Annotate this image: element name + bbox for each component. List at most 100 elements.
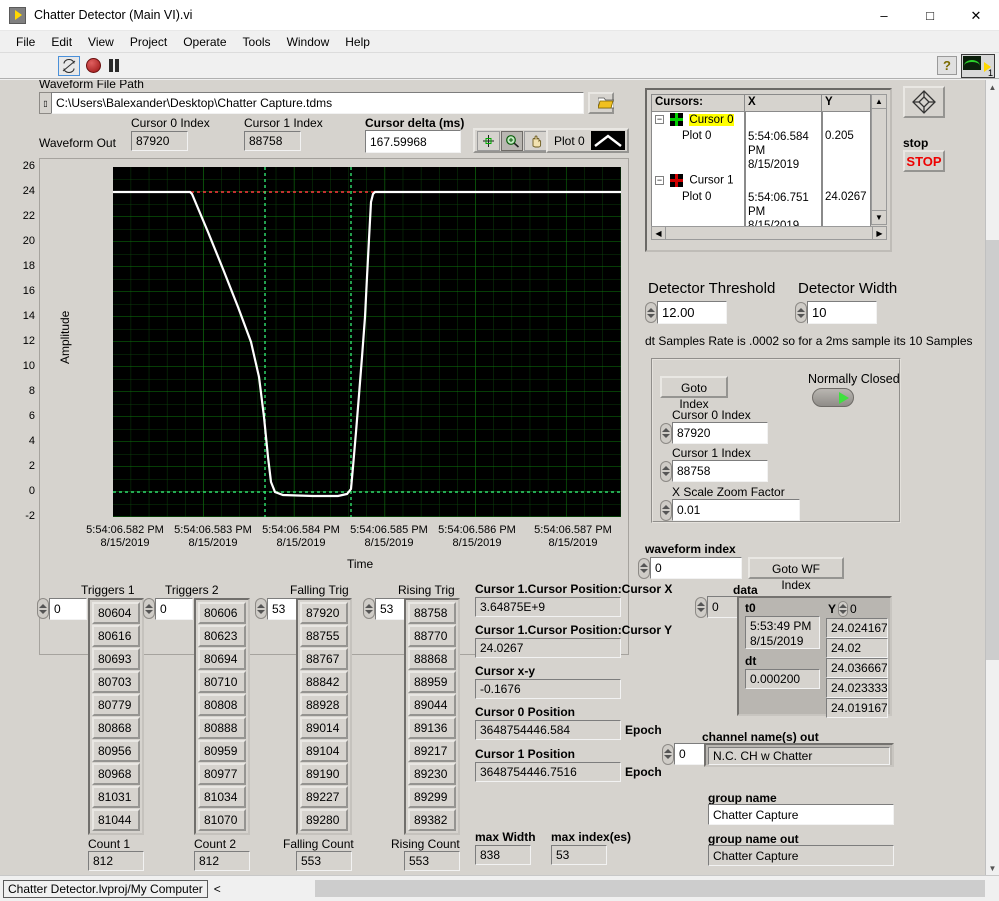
cursor-row-0-plot[interactable]: Plot 0 5:54:06.584 PM 8/15/2019 0.205 [652,129,870,173]
context-help-icon[interactable]: ? [937,56,957,75]
maximize-button[interactable]: □ [907,0,953,31]
channel-index-stepper[interactable] [662,743,674,765]
cursor-row-0[interactable]: − Cursor 0 [652,112,870,129]
cursor0-x-value: 5:54:06.584 PM 8/15/2019 [745,129,822,173]
detector-width-control[interactable]: 10 [795,301,877,324]
cursor0-y-cell [822,112,870,129]
triggers2-cell-0: 80606 [198,602,246,624]
ytick-neg2: -2 [25,510,35,522]
detector-threshold-control[interactable]: 12.00 [645,301,727,324]
menu-operate[interactable]: Operate [175,33,234,51]
triggers1-array[interactable]: 80604 80616 80693 80703 80779 80868 8095… [88,598,144,835]
close-button[interactable]: ✕ [953,0,999,31]
cursor0-name-cell[interactable]: − Cursor 0 [652,112,745,129]
detector-threshold-input[interactable]: 12.00 [657,301,727,324]
cursor1-name-cell[interactable]: − Cursor 1 [652,173,745,190]
abort-stop-icon[interactable] [86,58,101,73]
waveform-file-path-input[interactable]: C:\Users\Balexander\Desktop\Chatter Capt… [51,92,584,114]
minimize-button[interactable]: – [861,0,907,31]
rising-cell-5: 89136 [408,717,456,739]
goto-cursor0-stepper[interactable] [660,422,672,444]
pause-icon[interactable] [109,59,119,72]
detector-width-stepper[interactable] [795,302,807,323]
menu-file[interactable]: File [8,33,43,51]
folder-browse-icon[interactable] [588,92,615,114]
cursor-scroll-down-icon[interactable]: ▼ [872,210,886,224]
waveform-index-stepper[interactable] [638,557,650,579]
panel-scroll-down-icon[interactable]: ▼ [986,861,999,875]
statusbar-project[interactable]: Chatter Detector.lvproj/My Computer [3,879,208,898]
cursor-scroll-left-icon[interactable]: ◀ [652,227,666,239]
y-array-stepper[interactable] [838,601,849,617]
waveform-graph[interactable]: 26 24 22 20 18 16 14 12 10 8 6 4 2 0 -2 … [23,158,629,655]
goto-cursor0-index-control[interactable]: 87920 [660,422,768,444]
cursor1-expander-icon[interactable]: − [655,176,664,185]
panel-vertical-scrollbar[interactable]: ▲ ▼ [985,80,999,875]
goto-index-button[interactable]: Goto Index [660,376,728,411]
triggers2-stepper[interactable] [143,598,155,619]
channel-index-control[interactable]: 0 [662,743,708,765]
menu-project[interactable]: Project [122,33,175,51]
normally-closed-switch[interactable] [812,388,854,407]
graph-palette[interactable] [473,128,551,153]
goto-cursor1-stepper[interactable] [660,460,672,482]
falling-stepper[interactable] [255,598,267,619]
goto-wf-index-button[interactable]: Goto WF Index [748,557,844,592]
rising-cell-8: 89299 [408,786,456,808]
cursor-row-1[interactable]: − Cursor 1 [652,173,870,190]
menu-edit[interactable]: Edit [43,33,80,51]
menu-help[interactable]: Help [337,33,378,51]
pan-tool-icon[interactable] [524,130,548,151]
stop-button[interactable]: STOP [903,150,945,172]
run-arrow-icon[interactable] [58,55,80,76]
plot-area[interactable] [113,167,621,517]
x-scale-zoom-stepper[interactable] [660,499,672,521]
panel-scroll-up-icon[interactable]: ▲ [986,80,999,94]
menu-view[interactable]: View [80,33,122,51]
panel-horizontal-scrollbar[interactable] [315,880,985,897]
detector-threshold-stepper[interactable] [645,302,657,323]
ytick-12: 12 [22,335,35,347]
channel-names-out-label: channel name(s) out [702,730,819,744]
data-index-stepper[interactable] [695,596,707,618]
cursor-legend-table[interactable]: Cursors: X Y − Cursor 0 Plot 0 5:54:06.5… [651,94,871,240]
cursor-table-vscrollbar[interactable]: ▲ ▼ [871,94,887,225]
triggers2-index-value[interactable]: 0 [155,598,193,620]
cursor0-expander-icon[interactable]: − [655,115,664,124]
plot-legend[interactable]: Plot 0 [546,128,629,153]
x-scale-zoom-input[interactable]: 0.01 [672,499,800,521]
vi-connector-icon[interactable]: 1 [961,54,995,78]
falling-trig-array[interactable]: 87920 88755 88767 88842 88928 89014 8910… [296,598,352,835]
menu-window[interactable]: Window [279,33,338,51]
triggers2-index-control[interactable]: 0 [143,598,193,620]
rising-stepper[interactable] [363,598,375,619]
cursor-tool-icon[interactable] [477,130,500,151]
triggers2-array[interactable]: 80606 80623 80694 80710 80808 80888 8095… [194,598,250,835]
rising-trig-array[interactable]: 88758 88770 88868 88959 89044 89136 8921… [404,598,460,835]
cursor-scroll-up-icon[interactable]: ▲ [872,95,886,109]
zoom-tool-icon[interactable] [500,130,524,151]
labview-diamond-icon[interactable] [903,86,945,118]
plot-style-icon[interactable] [590,131,625,150]
group-name-input[interactable]: Chatter Capture [708,804,894,825]
triggers1-index-value[interactable]: 0 [49,598,87,620]
menu-tools[interactable]: Tools [235,33,279,51]
detector-width-input[interactable]: 10 [807,301,877,324]
statusbar-arrow-icon[interactable]: < [214,882,221,896]
cursor-scroll-right-icon[interactable]: ▶ [872,227,886,239]
panel-scroll-thumb[interactable] [986,240,999,660]
goto-cursor1-index-control[interactable]: 88758 [660,460,768,482]
data-y-header[interactable]: Y 0 [828,601,857,617]
cursor-table-hscrollbar[interactable]: ◀ ▶ [651,226,887,240]
x-scale-zoom-control[interactable]: 0.01 [660,499,800,521]
data-index-control[interactable]: 0 [695,596,743,618]
waveform-file-path-control[interactable]: ▯ C:\Users\Balexander\Desktop\Chatter Ca… [39,92,584,114]
goto-cursor1-index-input[interactable]: 88758 [672,460,768,482]
falling-cell-4: 88928 [300,694,348,716]
waveform-index-input[interactable]: 0 [650,557,742,579]
triggers1-stepper[interactable] [37,598,49,619]
triggers1-index-control[interactable]: 0 [37,598,87,620]
waveform-index-control[interactable]: 0 [638,557,742,579]
cursor0-x-date: 8/15/2019 [748,159,800,171]
goto-cursor0-index-input[interactable]: 87920 [672,422,768,444]
